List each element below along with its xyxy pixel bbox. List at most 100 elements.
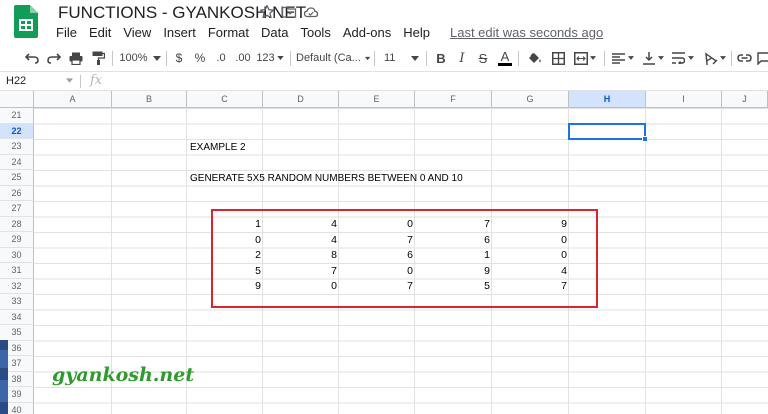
cell-c25[interactable]: GENERATE 5X5 RANDOM NUMBERS BETWEEN 0 AN… [190, 171, 463, 186]
cell-c23[interactable]: EXAMPLE 2 [190, 140, 246, 155]
menu-tools[interactable]: Tools [294, 25, 336, 40]
insert-comment-button[interactable] [756, 46, 768, 70]
column-header-d[interactable]: D [263, 91, 339, 108]
column-header-j[interactable]: J [722, 91, 768, 108]
chevron-down-icon[interactable] [66, 78, 73, 83]
fill-handle[interactable] [642, 136, 648, 142]
column-header-f[interactable]: F [415, 91, 492, 108]
column-header-g[interactable]: G [492, 91, 569, 108]
row-header[interactable]: 33 [0, 294, 34, 310]
paint-format-button[interactable] [88, 46, 108, 70]
chevron-down-icon [276, 56, 284, 60]
column-gridline [721, 108, 722, 414]
formula-bar: H22 fx [0, 71, 768, 91]
menu-add-ons[interactable]: Add-ons [337, 25, 397, 40]
link-icon [736, 54, 752, 62]
merge-cells-button[interactable] [572, 46, 598, 70]
text-wrapping-button[interactable] [670, 46, 696, 70]
comment-icon [756, 51, 768, 65]
chevron-down-icon [152, 55, 161, 61]
column-header-h[interactable]: H [569, 91, 646, 108]
formula-input[interactable] [110, 72, 768, 91]
zoom-select[interactable]: 100% [118, 46, 162, 70]
column-header-b[interactable]: B [112, 91, 187, 108]
chevron-down-icon [411, 55, 420, 61]
formula-divider [80, 75, 81, 88]
text-color-button[interactable]: A [496, 46, 514, 70]
row-header[interactable]: 29 [0, 232, 34, 248]
align-bottom-icon [642, 51, 655, 65]
sheets-logo-icon[interactable] [14, 5, 38, 38]
row-header[interactable]: 26 [0, 185, 34, 201]
row-header[interactable]: 21 [0, 108, 34, 124]
menu-data[interactable]: Data [255, 25, 294, 40]
toolbar-divider [290, 51, 291, 66]
side-strip-segment [0, 380, 8, 402]
percent-format-button[interactable]: % [192, 46, 208, 70]
select-all-corner[interactable] [0, 91, 34, 108]
redo-button[interactable] [44, 46, 64, 70]
column-header-a[interactable]: A [34, 91, 112, 108]
row-header[interactable]: 32 [0, 278, 34, 294]
menu-help[interactable]: Help [397, 25, 436, 40]
chevron-down-icon [688, 56, 694, 60]
title-bar: FUNCTIONS - GYANKOSH.NET File Edit View … [0, 0, 768, 46]
print-button[interactable] [66, 46, 86, 70]
paint-bucket-icon [528, 53, 541, 63]
star-icon[interactable] [259, 4, 275, 20]
toolbar-divider [374, 51, 375, 66]
watermark-logo: gyankosh.net [52, 364, 195, 386]
menu-bar: File Edit View Insert Format Data Tools … [50, 23, 603, 41]
menu-edit[interactable]: Edit [83, 25, 117, 40]
row-header[interactable]: 23 [0, 139, 34, 155]
row-header[interactable]: 27 [0, 201, 34, 217]
vertical-align-button[interactable] [640, 46, 666, 70]
toolbar: 100% $ % .0 .00 123 Default (Ca... 11 B … [0, 46, 768, 70]
last-edit-link[interactable]: Last edit was seconds ago [450, 25, 603, 40]
text-wrap-icon [672, 52, 685, 64]
fill-color-button[interactable] [524, 46, 544, 70]
row-header[interactable]: 35 [0, 325, 34, 341]
toolbar-divider [518, 51, 519, 66]
row-header[interactable]: 22 [0, 123, 34, 139]
font-size-select[interactable]: 11 [380, 46, 420, 70]
row-header[interactable]: 24 [0, 154, 34, 170]
menu-format[interactable]: Format [202, 25, 255, 40]
italic-button[interactable]: I [454, 46, 470, 70]
column-header-i[interactable]: I [646, 91, 722, 108]
menu-insert[interactable]: Insert [157, 25, 202, 40]
row-header[interactable]: 28 [0, 216, 34, 232]
row-header[interactable]: 25 [0, 170, 34, 186]
row-header[interactable]: 34 [0, 309, 34, 325]
print-icon [69, 52, 83, 65]
row-header[interactable]: 30 [0, 247, 34, 263]
chevron-down-icon [719, 56, 726, 60]
column-header-e[interactable]: E [339, 91, 415, 108]
chevron-down-icon [628, 56, 634, 60]
decrease-decimal-button[interactable]: .0 [212, 46, 230, 70]
row-header[interactable]: 31 [0, 263, 34, 279]
column-header-c[interactable]: C [187, 91, 263, 108]
font-family-select[interactable]: Default (Ca... [296, 46, 370, 70]
menu-view[interactable]: View [117, 25, 157, 40]
increase-decimal-button[interactable]: .00 [232, 46, 254, 70]
strikethrough-button[interactable]: S [474, 46, 492, 70]
more-formats-button[interactable]: 123 [256, 46, 284, 70]
redo-icon [47, 53, 61, 64]
side-strip [0, 340, 8, 414]
bold-button[interactable]: B [432, 46, 450, 70]
cloud-status-icon[interactable] [303, 4, 319, 20]
horizontal-align-button[interactable] [610, 46, 636, 70]
text-rotation-button[interactable] [700, 46, 728, 70]
currency-format-button[interactable]: $ [172, 46, 186, 70]
undo-button[interactable] [22, 46, 42, 70]
borders-button[interactable] [548, 46, 568, 70]
side-strip-segment [0, 350, 8, 368]
undo-icon [25, 53, 39, 64]
paint-format-icon [92, 51, 105, 65]
move-folder-icon[interactable] [281, 4, 297, 20]
toolbar-divider [731, 51, 732, 66]
menu-file[interactable]: File [50, 25, 83, 40]
selected-cell-h22[interactable] [568, 123, 648, 142]
insert-link-button[interactable] [735, 46, 753, 70]
